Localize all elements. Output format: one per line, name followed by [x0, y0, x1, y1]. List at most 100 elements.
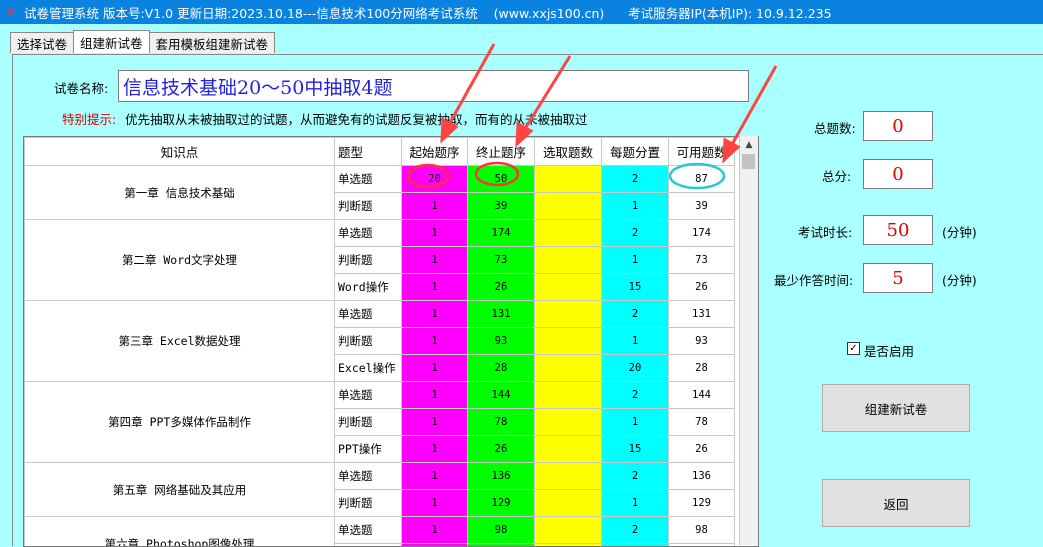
end-cell[interactable]: 129: [468, 490, 535, 517]
start-cell[interactable]: 1: [402, 382, 468, 409]
table-row[interactable]: 第一章 信息技术基础单选题2050287: [25, 166, 735, 193]
duration-field[interactable]: 50: [863, 215, 933, 245]
scroll-up-icon[interactable]: ▲: [740, 136, 758, 153]
tab-build-new-paper[interactable]: 组建新试卷: [73, 30, 150, 53]
start-cell[interactable]: [402, 544, 468, 547]
min-time-field[interactable]: 5: [863, 263, 933, 293]
score-each-cell[interactable]: 2: [602, 517, 669, 544]
end-cell[interactable]: [468, 544, 535, 547]
select-count-cell[interactable]: [535, 301, 602, 328]
select-count-cell[interactable]: [535, 220, 602, 247]
end-cell[interactable]: 136: [468, 463, 535, 490]
available-cell: 98: [669, 517, 735, 544]
hint-label: 特别提示:: [62, 109, 116, 128]
start-cell[interactable]: 20: [402, 166, 468, 193]
score-each-cell[interactable]: 20: [602, 355, 669, 382]
start-cell[interactable]: 1: [402, 220, 468, 247]
title-bar: ✕ 试卷管理系统 版本号:V1.0 更新日期:2023.10.18---信息技术…: [0, 0, 1043, 24]
header-start: 起始题序: [402, 138, 468, 166]
chapter-cell: 第一章 信息技术基础: [25, 166, 335, 220]
table-row[interactable]: 第二章 Word文字处理单选题11742174: [25, 220, 735, 247]
score-each-cell[interactable]: 2: [602, 463, 669, 490]
score-each-cell[interactable]: 2: [602, 301, 669, 328]
select-count-cell[interactable]: [535, 328, 602, 355]
hint-text: 优先抽取从未被抽取过的试题，从而避免有的试题反复被抽取，而有的从未被抽取过: [125, 109, 588, 128]
select-count-cell[interactable]: [535, 436, 602, 463]
start-cell[interactable]: 1: [402, 517, 468, 544]
select-count-cell[interactable]: [535, 193, 602, 220]
score-each-cell[interactable]: 1: [602, 409, 669, 436]
select-count-cell[interactable]: [535, 166, 602, 193]
score-each-cell[interactable]: 2: [602, 166, 669, 193]
select-count-cell[interactable]: [535, 544, 602, 547]
start-cell[interactable]: 1: [402, 193, 468, 220]
tab-select-paper[interactable]: 选择试卷: [10, 32, 74, 53]
table-row[interactable]: 第三章 Excel数据处理单选题11312131: [25, 301, 735, 328]
end-cell[interactable]: 73: [468, 247, 535, 274]
end-cell[interactable]: 174: [468, 220, 535, 247]
type-cell: 单选题: [335, 220, 402, 247]
question-table: 知识点 题型 起始题序 终止题序 选取题数 每题分置 可用题数 第一章 信息技术…: [24, 137, 735, 547]
duration-unit: (分钟): [942, 222, 977, 241]
end-cell[interactable]: 98: [468, 517, 535, 544]
start-cell[interactable]: 1: [402, 355, 468, 382]
start-cell[interactable]: 1: [402, 247, 468, 274]
end-cell[interactable]: 26: [468, 274, 535, 301]
score-each-cell[interactable]: 1: [602, 328, 669, 355]
score-each-cell[interactable]: 1: [602, 490, 669, 517]
select-count-cell[interactable]: [535, 274, 602, 301]
end-cell[interactable]: 78: [468, 409, 535, 436]
tab-strip: 选择试卷 组建新试卷 套用模板组建新试卷: [10, 32, 274, 54]
start-cell[interactable]: 1: [402, 301, 468, 328]
tab-build-from-template[interactable]: 套用模板组建新试卷: [149, 32, 276, 53]
enable-checkbox[interactable]: ✓: [847, 342, 860, 355]
end-cell[interactable]: 93: [468, 328, 535, 355]
select-count-cell[interactable]: [535, 247, 602, 274]
score-each-cell[interactable]: 1: [602, 247, 669, 274]
chapter-cell: 第三章 Excel数据处理: [25, 301, 335, 382]
start-cell[interactable]: 1: [402, 274, 468, 301]
select-count-cell[interactable]: [535, 463, 602, 490]
available-cell: 174: [669, 220, 735, 247]
scroll-thumb[interactable]: [742, 154, 755, 169]
table-row[interactable]: 第六章 Photoshop图像处理单选题198298: [25, 517, 735, 544]
end-cell[interactable]: 131: [468, 301, 535, 328]
score-each-cell[interactable]: 2: [602, 220, 669, 247]
chapter-cell: 第四章 PPT多媒体作品制作: [25, 382, 335, 463]
end-cell[interactable]: 50: [468, 166, 535, 193]
score-each-cell[interactable]: 1: [602, 193, 669, 220]
build-paper-button[interactable]: 组建新试卷: [822, 384, 970, 432]
table-row[interactable]: 第四章 PPT多媒体作品制作单选题11442144: [25, 382, 735, 409]
table-scrollbar[interactable]: ▲: [739, 136, 758, 545]
end-cell[interactable]: 26: [468, 436, 535, 463]
end-cell[interactable]: 144: [468, 382, 535, 409]
start-cell[interactable]: 1: [402, 436, 468, 463]
type-cell: 判断题: [335, 328, 402, 355]
end-cell[interactable]: 28: [468, 355, 535, 382]
available-cell: 136: [669, 463, 735, 490]
start-cell[interactable]: 1: [402, 328, 468, 355]
paper-name-label: 试卷名称:: [54, 78, 108, 97]
paper-name-input[interactable]: 信息技术基础20～50中抽取4题: [118, 70, 749, 102]
select-count-cell[interactable]: [535, 382, 602, 409]
start-cell[interactable]: 1: [402, 409, 468, 436]
score-each-cell[interactable]: 15: [602, 436, 669, 463]
back-button[interactable]: 返回: [822, 479, 970, 527]
total-score-field[interactable]: 0: [863, 159, 933, 189]
select-count-cell[interactable]: [535, 517, 602, 544]
score-each-cell[interactable]: 15: [602, 274, 669, 301]
end-cell[interactable]: 39: [468, 193, 535, 220]
table-row[interactable]: 第五章 网络基础及其应用单选题11362136: [25, 463, 735, 490]
min-time-unit: (分钟): [942, 270, 977, 289]
start-cell[interactable]: 1: [402, 463, 468, 490]
score-each-cell[interactable]: [602, 544, 669, 547]
type-cell: 单选题: [335, 463, 402, 490]
window-title: 试卷管理系统 版本号:V1.0 更新日期:2023.10.18---信息技术10…: [24, 3, 832, 22]
select-count-cell[interactable]: [535, 409, 602, 436]
start-cell[interactable]: 1: [402, 490, 468, 517]
total-count-field[interactable]: 0: [863, 111, 933, 141]
type-cell: 单选题: [335, 301, 402, 328]
score-each-cell[interactable]: 2: [602, 382, 669, 409]
select-count-cell[interactable]: [535, 355, 602, 382]
select-count-cell[interactable]: [535, 490, 602, 517]
